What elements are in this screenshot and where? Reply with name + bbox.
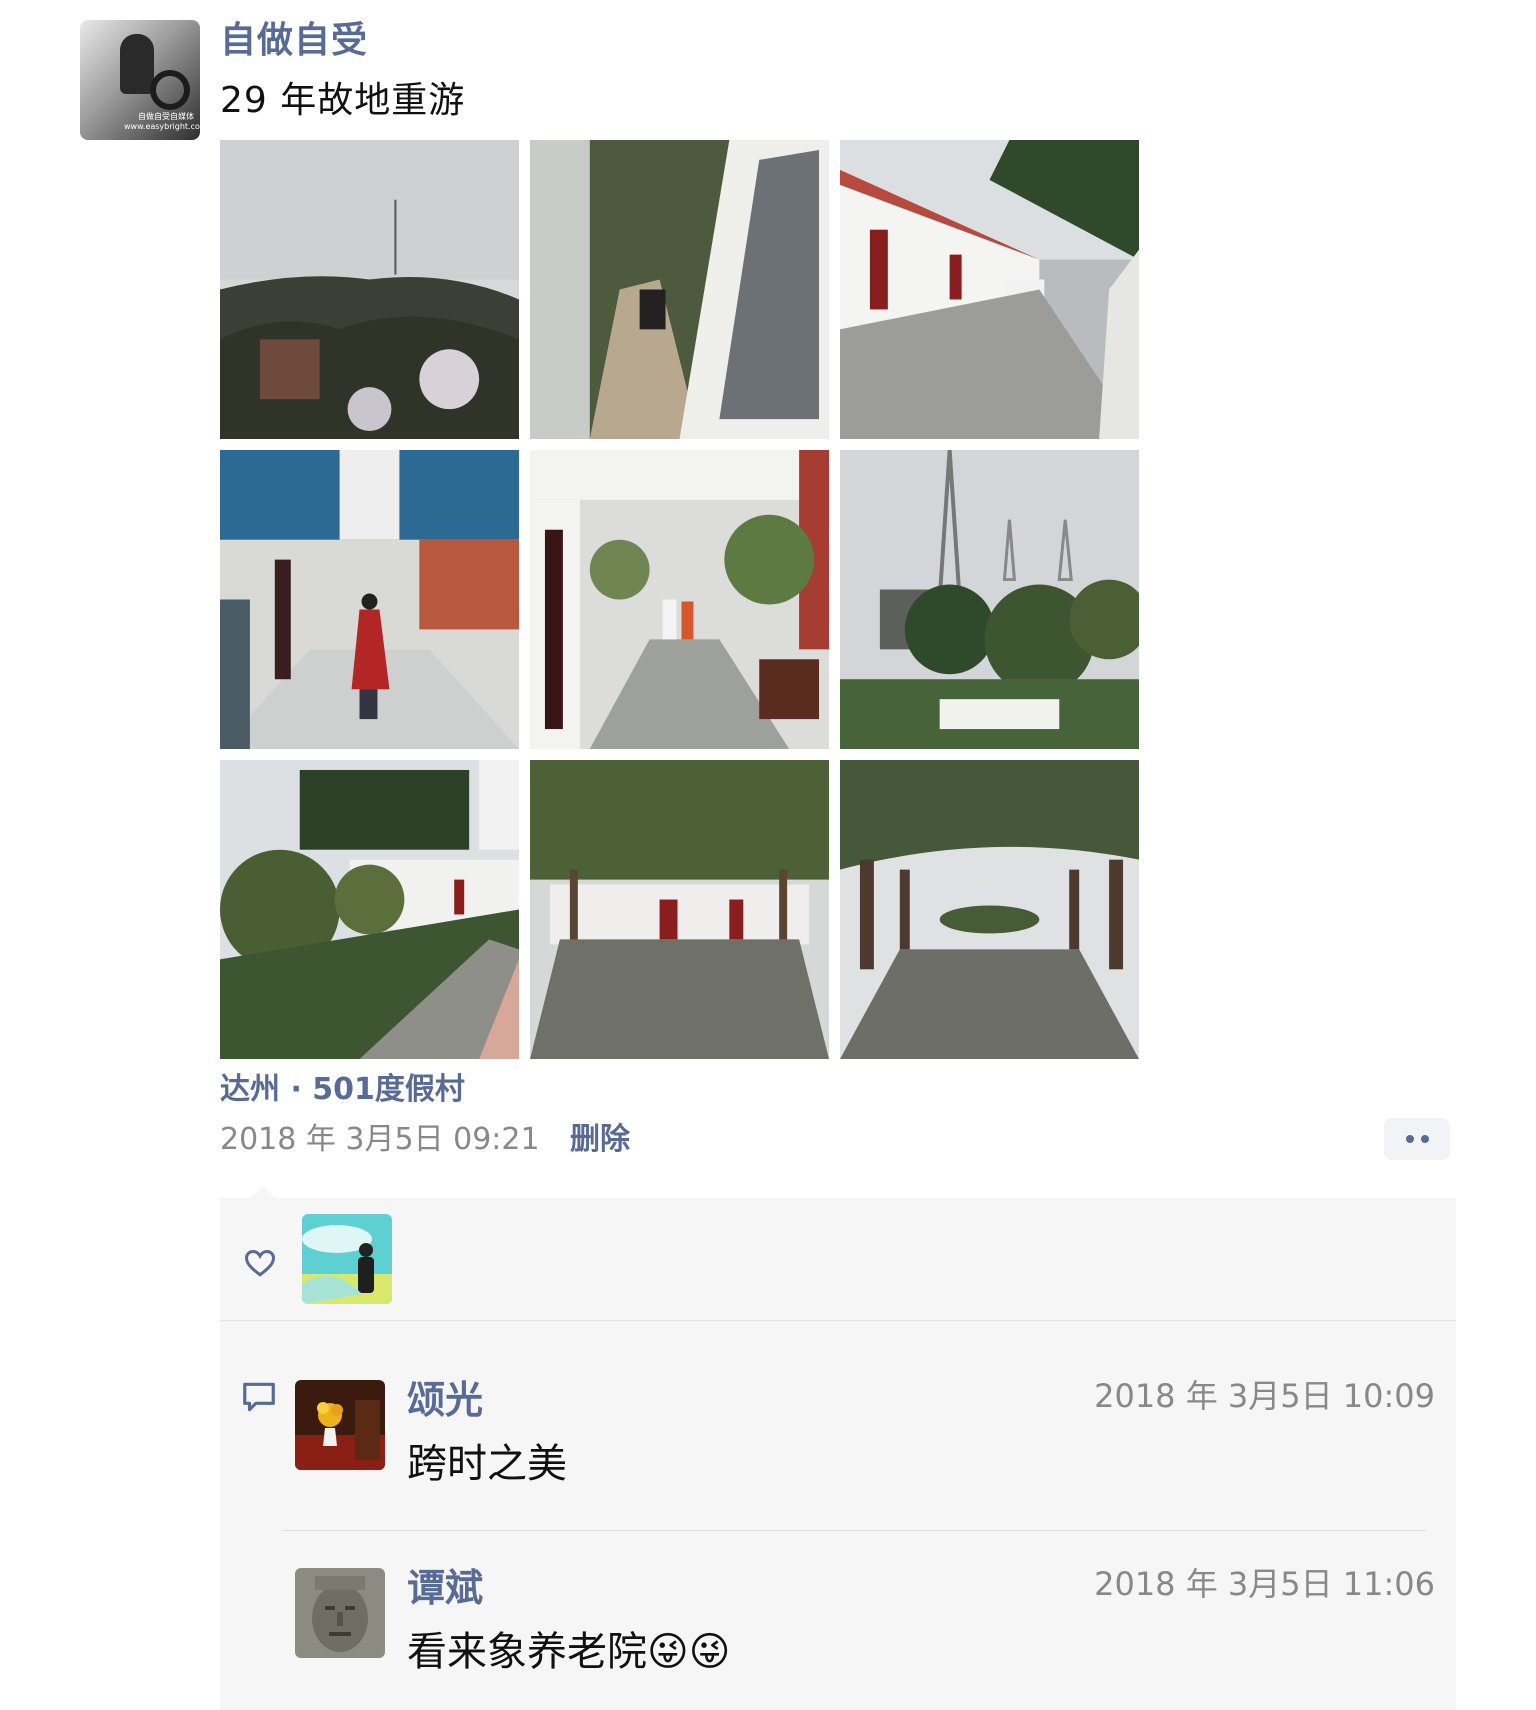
comment-item[interactable]: 谭斌 2018 年 3月5日 11:06 看来象养老院😜😜 — [295, 1565, 1435, 1678]
comment-icon — [243, 1382, 275, 1412]
photo-pergola-walkway[interactable] — [840, 760, 1139, 1059]
photo-trellis-courtyard[interactable] — [530, 760, 829, 1059]
avatar-figure — [120, 34, 154, 94]
flower-vase-avatar[interactable] — [295, 1380, 385, 1470]
comment-divider — [282, 1530, 1426, 1531]
photo-building-car[interactable] — [840, 140, 1139, 439]
post-text: 29 年故地重游 — [220, 80, 466, 121]
comment-time: 2018 年 3月5日 11:06 — [1094, 1565, 1435, 1603]
author-name[interactable]: 自做自受 — [220, 18, 368, 64]
comment-text: 跨时之美 — [407, 1441, 567, 1487]
post-location[interactable]: 达州 · 501度假村 — [220, 1070, 465, 1110]
likes-divider — [220, 1320, 1456, 1321]
photo-corridor-person[interactable] — [220, 450, 519, 749]
panel-caret — [250, 1186, 276, 1198]
photo-grid — [220, 140, 1139, 1060]
post-timestamp: 2018 年 3月5日 09:21 — [220, 1122, 540, 1157]
avatar-wheel — [150, 70, 190, 110]
more-dot — [1405, 1135, 1414, 1143]
photo-garden-path[interactable] — [220, 760, 519, 1059]
more-dot — [1420, 1135, 1429, 1143]
photo-towers-trees[interactable] — [840, 450, 1139, 749]
more-dots-icon[interactable] — [1384, 1118, 1450, 1160]
comment-time: 2018 年 3月5日 10:09 — [1094, 1377, 1435, 1415]
photo-courtyard-walkers[interactable] — [530, 450, 829, 749]
photo-hill-tower[interactable] — [220, 140, 519, 439]
avatar-watermark: 自做自受自媒体 www.easybright.com — [124, 112, 200, 131]
comment-item[interactable]: 颂光 2018 年 3月5日 10:09 跨时之美 — [295, 1377, 1435, 1490]
heart-icon — [244, 1249, 276, 1277]
photo-van-path[interactable] — [530, 140, 829, 439]
comment-author[interactable]: 谭斌 — [407, 1564, 483, 1612]
interaction-panel: 颂光 2018 年 3月5日 10:09 跨时之美 谭斌 2018 年 3月5日… — [220, 1186, 1456, 1710]
comment-author[interactable]: 颂光 — [407, 1376, 483, 1424]
comment-text: 看来象养老院😜😜 — [407, 1629, 731, 1675]
liker-avatar[interactable] — [302, 1214, 392, 1304]
author-avatar[interactable]: 自做自受自媒体 www.easybright.com — [80, 20, 200, 140]
stone-face-avatar[interactable] — [295, 1568, 385, 1658]
delete-button[interactable]: 删除 — [570, 1120, 630, 1160]
